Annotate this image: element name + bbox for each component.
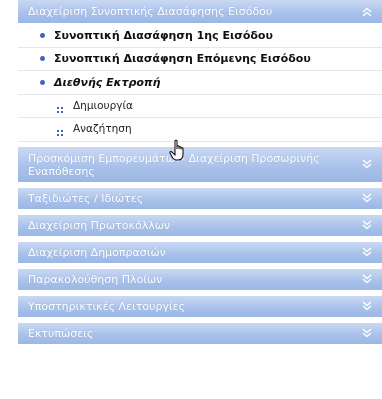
- menu-item-international-diversion[interactable]: Διεθνής Εκτροπή: [18, 71, 382, 95]
- side-menu: Διαχείριση Συνοπτικής Διασάφησης Εισόδου…: [0, 0, 382, 345]
- chevron-double-down-icon[interactable]: [362, 220, 372, 230]
- section-title: Διαχείριση Συνοπτικής Διασάφησης Εισόδου: [28, 5, 273, 18]
- chevron-double-down-icon[interactable]: [362, 193, 372, 203]
- chevron-double-up-icon[interactable]: [362, 7, 372, 17]
- section-header-goods-presentation[interactable]: Προσκόμιση Εμπορευμάτων- Διαχείριση Προσ…: [18, 146, 382, 183]
- hand-pointer-icon: [168, 139, 190, 163]
- section-title: Εκτυπώσεις: [28, 326, 94, 340]
- menu-item-label: Συνοπτική Διασάφηση Επόμενης Εισόδου: [54, 52, 311, 66]
- chevron-double-down-icon[interactable]: [362, 301, 372, 311]
- menu-item-next-entry[interactable]: Συνοπτική Διασάφηση Επόμενης Εισόδου: [18, 48, 382, 71]
- section-header-support-functions[interactable]: Υποστηρικτικές Λειτουργίες: [18, 295, 382, 318]
- bullet-dot-icon: [40, 56, 45, 62]
- four-dots-icon: [57, 126, 63, 137]
- section-header-summary-declaration[interactable]: Διαχείριση Συνοπτικής Διασάφησης Εισόδου: [18, 0, 382, 24]
- section-title: Ταξιδιώτες / Ιδιώτες: [28, 191, 144, 205]
- submenu-item-create[interactable]: Δημιουργία: [18, 95, 382, 118]
- menu-item-label: Διεθνής Εκτροπή: [54, 75, 161, 89]
- section-title: Υποστηρικτικές Λειτουργίες: [28, 299, 186, 313]
- section-header-prints[interactable]: Εκτυπώσεις: [18, 322, 382, 345]
- submenu-item-label: Δημιουργία: [73, 99, 133, 112]
- section-title: Παρακολούθηση Πλοίων: [28, 272, 163, 286]
- submenu-item-search[interactable]: Αναζήτηση: [18, 118, 382, 142]
- section-title: Διαχείριση Πρωτοκόλλων: [28, 218, 171, 232]
- menu-item-first-entry[interactable]: Συνοπτική Διασάφηση 1ης Εισόδου: [18, 24, 382, 48]
- chevron-double-down-icon[interactable]: [362, 328, 372, 338]
- section-header-travelers[interactable]: Ταξιδιώτες / Ιδιώτες: [18, 187, 382, 210]
- bullet-dot-icon: [40, 32, 45, 38]
- chevron-double-down-icon[interactable]: [362, 159, 372, 169]
- section-title: Προσκόμιση Εμπορευμάτων- Διαχείριση Προσ…: [28, 152, 320, 178]
- chevron-double-down-icon[interactable]: [362, 274, 372, 284]
- chevron-double-down-icon[interactable]: [362, 247, 372, 257]
- section-items: Συνοπτική Διασάφηση 1ης Εισόδου Συνοπτικ…: [18, 24, 382, 142]
- menu-item-label: Συνοπτική Διασάφηση 1ης Εισόδου: [54, 28, 273, 42]
- four-dots-icon: [57, 103, 63, 113]
- section-header-auctions[interactable]: Διαχείριση Δημοπρασιών: [18, 241, 382, 264]
- bullet-dot-icon: [40, 79, 45, 85]
- section-title: Διαχείριση Δημοπρασιών: [28, 245, 166, 259]
- section-header-ship-tracking[interactable]: Παρακολούθηση Πλοίων: [18, 268, 382, 291]
- section-header-protocols[interactable]: Διαχείριση Πρωτοκόλλων: [18, 214, 382, 237]
- submenu-item-label: Αναζήτηση: [73, 123, 132, 136]
